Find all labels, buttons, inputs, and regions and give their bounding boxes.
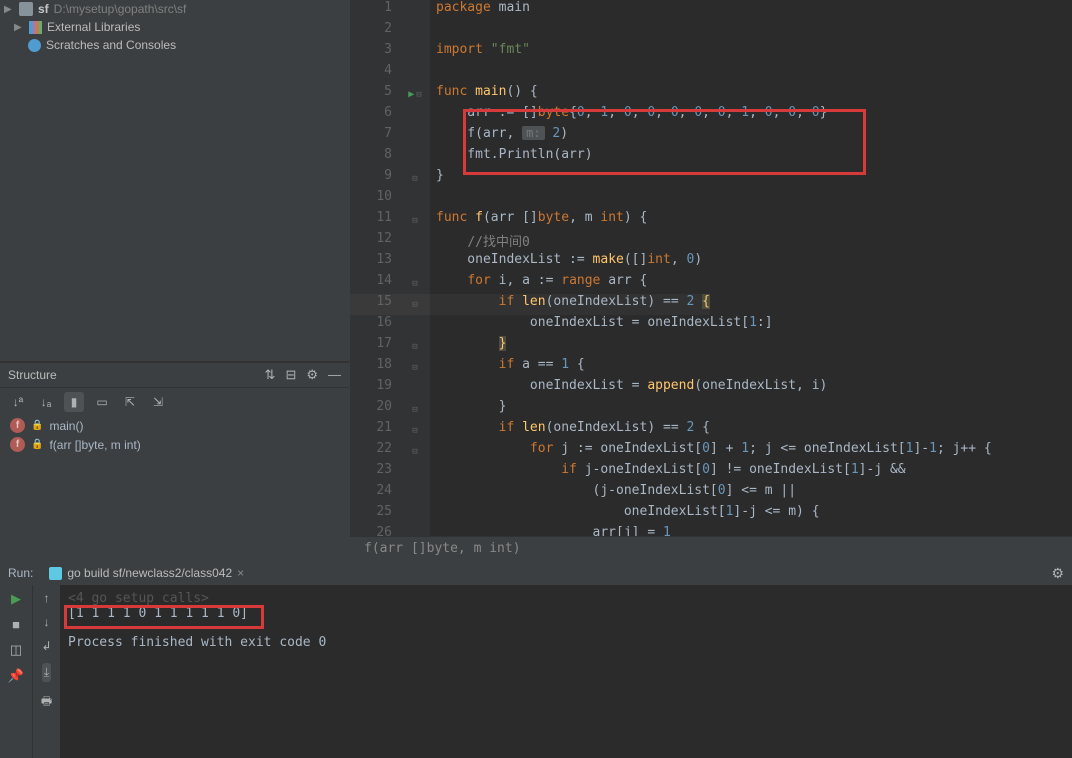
scratches-icon bbox=[28, 39, 41, 52]
print-icon[interactable]: 🖶 bbox=[41, 692, 52, 713]
code-line[interactable]: 20⊟ } bbox=[350, 399, 1072, 420]
wrap-icon[interactable]: ↲ bbox=[41, 639, 51, 653]
code-line[interactable]: 10 bbox=[350, 189, 1072, 210]
code-line[interactable]: 9⊟} bbox=[350, 168, 1072, 189]
libraries-icon bbox=[29, 21, 42, 34]
code-line[interactable]: 24 (j-oneIndexList[0] <= m || bbox=[350, 483, 1072, 504]
fold-icon[interactable]: ⊟ bbox=[412, 279, 417, 289]
run-icon[interactable]: ▶ bbox=[11, 591, 21, 607]
structure-item[interactable]: f🔒main() bbox=[0, 416, 349, 435]
code-line[interactable]: 19 oneIndexList = append(oneIndexList, i… bbox=[350, 378, 1072, 399]
lock-icon: 🔒 bbox=[31, 420, 43, 431]
chevron-right-icon: ▶ bbox=[4, 4, 14, 15]
code-line[interactable]: 21⊟ if len(oneIndexList) == 2 { bbox=[350, 420, 1072, 441]
pin-icon[interactable]: 📌 bbox=[8, 668, 24, 684]
autoscroll-from-icon[interactable]: ⇲ bbox=[148, 392, 168, 412]
code-line[interactable]: 13 oneIndexList := make([]int, 0) bbox=[350, 252, 1072, 273]
run-left-toolbar: ▶ ■ ◫ 📌 bbox=[0, 585, 32, 758]
code-line[interactable]: 12 //找中间0 bbox=[350, 231, 1072, 252]
show-files-icon[interactable]: ▭ bbox=[92, 392, 112, 412]
code-line[interactable]: 1package main bbox=[350, 0, 1072, 21]
fold-icon[interactable]: ⊟ bbox=[412, 174, 417, 184]
run-label: Run: bbox=[8, 566, 33, 580]
console-output[interactable]: <4 go setup calls> [1 1 1 1 0 1 1 1 1 1 … bbox=[60, 585, 1072, 758]
close-icon[interactable]: × bbox=[237, 566, 244, 580]
show-fields-icon[interactable]: ▮ bbox=[64, 392, 84, 412]
code-line[interactable]: 15⊟ if len(oneIndexList) == 2 { bbox=[350, 294, 1072, 315]
code-line[interactable]: 3import "fmt" bbox=[350, 42, 1072, 63]
function-badge-icon: f bbox=[10, 437, 25, 452]
setup-calls: <4 go setup calls> bbox=[68, 591, 1064, 606]
fold-icon[interactable]: ⊟ bbox=[412, 216, 417, 226]
fold-icon[interactable]: ⊟ bbox=[412, 300, 417, 310]
fold-icon[interactable]: ⊟ bbox=[412, 363, 417, 373]
code-editor[interactable]: 1package main23import "fmt"45▶⊟func main… bbox=[350, 0, 1072, 560]
gear-icon[interactable]: ⚙ bbox=[306, 367, 318, 383]
run-tab[interactable]: go build sf/newclass2/class042 × bbox=[41, 563, 252, 583]
fold-icon[interactable]: ⊟ bbox=[412, 342, 417, 352]
breadcrumb[interactable]: f(arr []byte, m int) bbox=[350, 536, 1072, 560]
run-panel: Run: go build sf/newclass2/class042 × ⚙ … bbox=[0, 560, 1072, 758]
external-libraries[interactable]: ▶ External Libraries bbox=[0, 18, 349, 36]
code-line[interactable]: 17⊟ } bbox=[350, 336, 1072, 357]
output-line: [1 1 1 1 0 1 1 1 1 1 0] bbox=[68, 606, 1064, 621]
ext-libs-label: External Libraries bbox=[47, 20, 140, 34]
sort-alpha-icon[interactable]: ↓ª bbox=[8, 392, 28, 412]
code-line[interactable]: 11⊟func f(arr []byte, m int) { bbox=[350, 210, 1072, 231]
fold-icon[interactable]: ⊟ bbox=[412, 426, 417, 436]
code-line[interactable]: 18⊟ if a == 1 { bbox=[350, 357, 1072, 378]
root-path: D:\mysetup\gopath\src\sf bbox=[54, 2, 187, 16]
sort-visibility-icon[interactable]: ↓ₐ bbox=[36, 392, 56, 412]
code-line[interactable]: 8 fmt.Println(arr) bbox=[350, 147, 1072, 168]
code-line[interactable]: 2 bbox=[350, 21, 1072, 42]
structure-item[interactable]: f🔒f(arr []byte, m int) bbox=[0, 435, 349, 454]
minimize-icon[interactable]: — bbox=[328, 367, 341, 383]
structure-panel: Structure ⇅ ⊟ ⚙ — ↓ª ↓ₐ ▮ ▭ ⇱ ⇲ f🔒main()… bbox=[0, 362, 349, 560]
run-gutter-icon[interactable]: ▶ bbox=[408, 89, 414, 100]
code-line[interactable]: 6 arr := []byte{0, 1, 0, 0, 0, 0, 0, 1, … bbox=[350, 105, 1072, 126]
lock-icon: 🔒 bbox=[31, 439, 43, 450]
root-name: sf bbox=[38, 2, 49, 16]
scroll-end-icon[interactable]: ⤓ bbox=[42, 663, 51, 682]
structure-toolbar: ↓ª ↓ₐ ▮ ▭ ⇱ ⇲ bbox=[0, 388, 349, 416]
code-line[interactable]: 22⊟ for j := oneIndexList[0] + 1; j <= o… bbox=[350, 441, 1072, 462]
stop-icon[interactable]: ■ bbox=[12, 617, 20, 632]
code-line[interactable]: 25 oneIndexList[1]-j <= m) { bbox=[350, 504, 1072, 525]
project-tree[interactable]: ▶ sf D:\mysetup\gopath\src\sf ▶ External… bbox=[0, 0, 349, 362]
fold-icon[interactable]: ⊟ bbox=[412, 405, 417, 415]
function-badge-icon: f bbox=[10, 418, 25, 433]
sort-icon[interactable]: ⇅ bbox=[265, 367, 276, 383]
go-icon bbox=[49, 567, 62, 580]
run-second-toolbar: ↑ ↓ ↲ ⤓ 🖶 bbox=[32, 585, 60, 758]
fold-icon[interactable]: ⊟ bbox=[412, 447, 417, 457]
structure-title: Structure bbox=[8, 368, 57, 382]
code-line[interactable]: 7 f(arr, m: 2) bbox=[350, 126, 1072, 147]
code-line[interactable]: 5▶⊟func main() { bbox=[350, 84, 1072, 105]
fold-icon[interactable]: ⊟ bbox=[416, 90, 421, 100]
code-line[interactable]: 16 oneIndexList = oneIndexList[1:] bbox=[350, 315, 1072, 336]
code-line[interactable]: 23 if j-oneIndexList[0] != oneIndexList[… bbox=[350, 462, 1072, 483]
scratches-label: Scratches and Consoles bbox=[46, 38, 176, 52]
gear-icon[interactable]: ⚙ bbox=[1051, 565, 1064, 582]
exit-line: Process finished with exit code 0 bbox=[68, 635, 1064, 650]
up-icon[interactable]: ↑ bbox=[44, 591, 50, 605]
scratches[interactable]: Scratches and Consoles bbox=[0, 36, 349, 54]
layout-icon[interactable]: ◫ bbox=[10, 642, 22, 658]
folder-icon bbox=[19, 2, 33, 16]
chevron-right-icon: ▶ bbox=[14, 22, 24, 33]
project-root[interactable]: ▶ sf D:\mysetup\gopath\src\sf bbox=[0, 0, 349, 18]
collapse-icon[interactable]: ⊟ bbox=[285, 367, 296, 383]
code-line[interactable]: 14⊟ for i, a := range arr { bbox=[350, 273, 1072, 294]
autoscroll-to-icon[interactable]: ⇱ bbox=[120, 392, 140, 412]
code-line[interactable]: 26 arr[j] = 1 bbox=[350, 525, 1072, 536]
code-line[interactable]: 4 bbox=[350, 63, 1072, 84]
down-icon[interactable]: ↓ bbox=[44, 615, 50, 629]
